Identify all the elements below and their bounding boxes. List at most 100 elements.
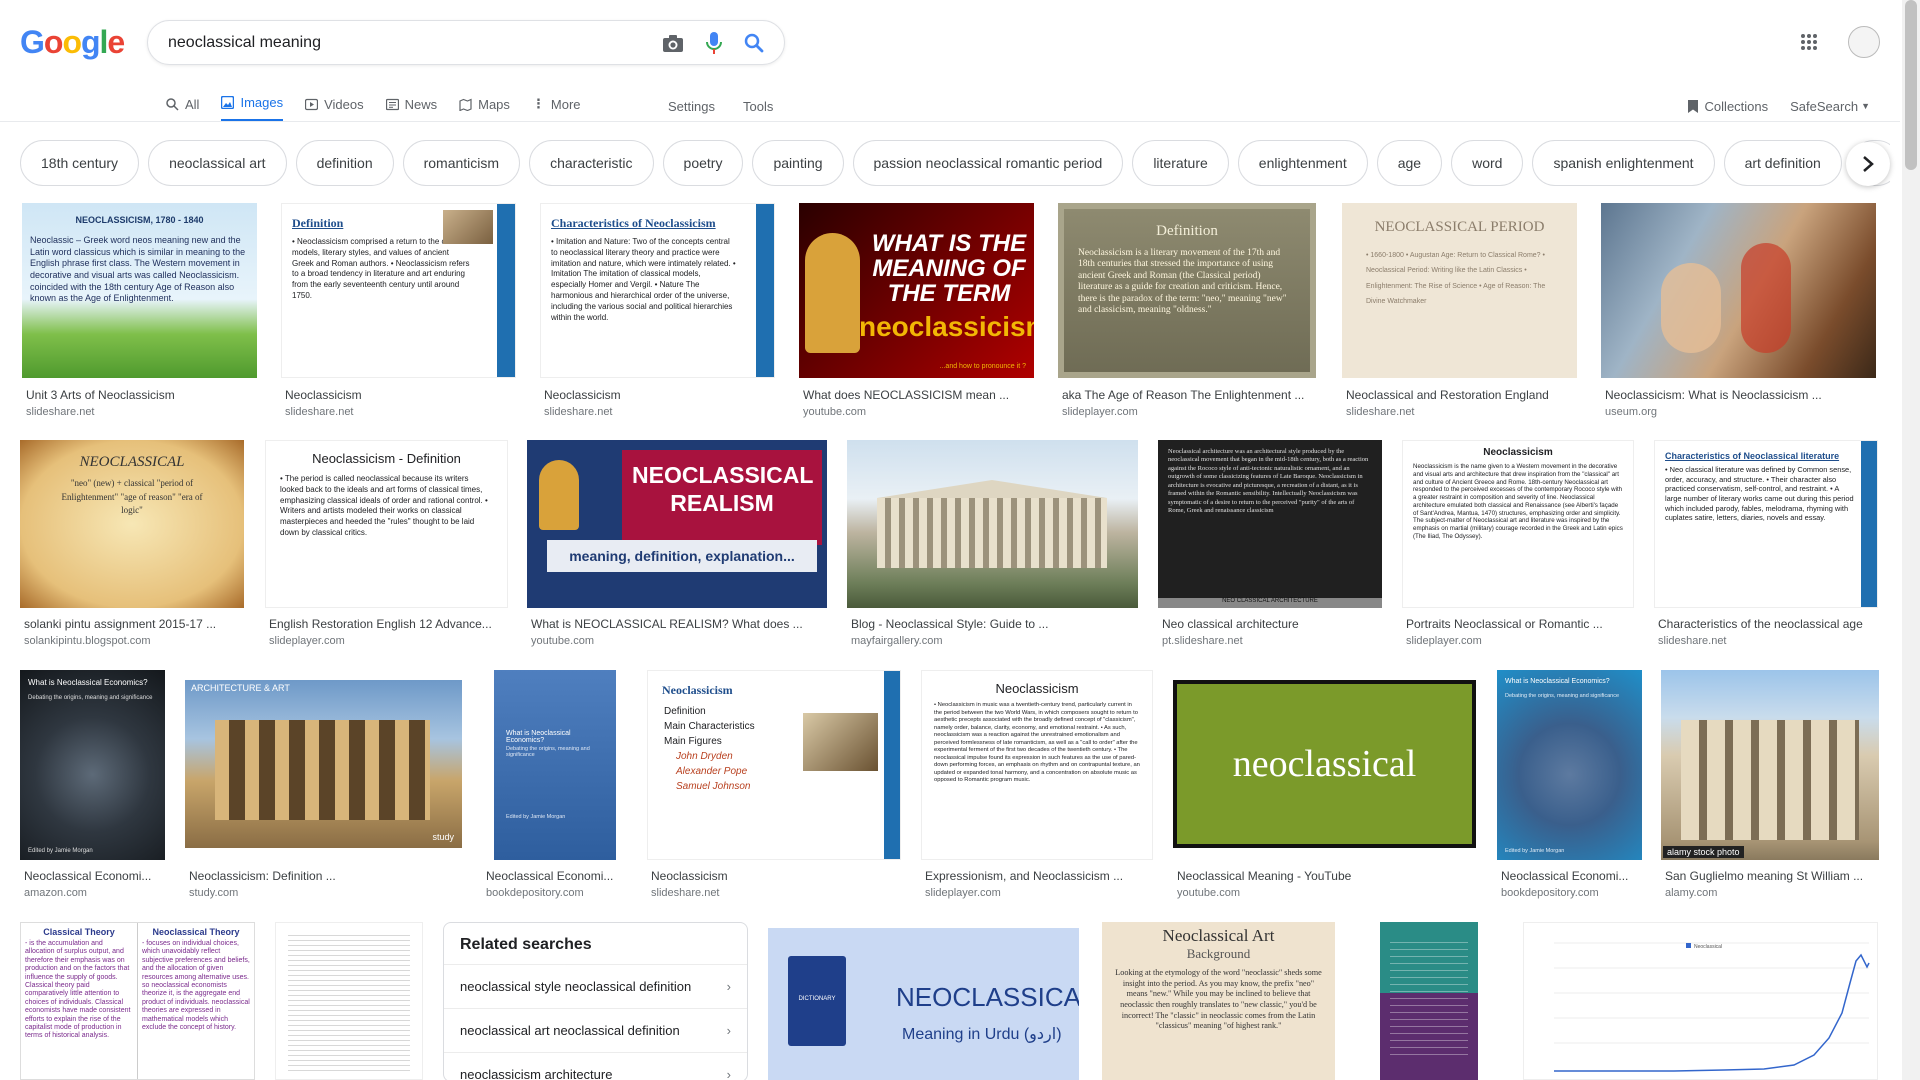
tab-all[interactable]: All [166,90,199,122]
page-scrollbar[interactable] [1902,0,1920,1080]
slide-body: • Neo classical literature was defined b… [1665,465,1854,523]
chip[interactable]: painting [752,140,844,186]
settings-link[interactable]: Settings [668,99,715,114]
chip[interactable]: definition [295,140,394,186]
result-caption: Neoclassicism: Definition ... [189,869,336,883]
image-result[interactable]: Definition • Neoclassicism comprised a r… [281,203,516,418]
tab-maps[interactable]: Maps [459,90,510,122]
image-result[interactable]: DICTIONARY NEOCLASSICAL Meaning in Urdu … [768,928,1079,1080]
search-icon [166,97,179,111]
logo-letter: g [80,24,101,60]
tab-more[interactable]: ⋮ More [532,90,581,122]
image-result[interactable]: Definition Neoclassicism is a literary m… [1058,203,1318,418]
image-result[interactable]: What is Neoclassical Economics? Debating… [1497,670,1642,900]
search-icon[interactable] [744,33,764,53]
microphone-icon[interactable] [706,31,722,55]
chip[interactable]: age [1376,140,1443,186]
chip[interactable]: passion neoclassical romantic period [852,140,1124,186]
tab-videos[interactable]: Videos [305,90,364,122]
image-icon [221,96,235,109]
chevron-right-icon: › [726,979,731,994]
slide-footer: Edited by Jamie Morgan [506,814,566,820]
chip[interactable]: literature [1132,140,1229,186]
result-thumbnail: Characteristics of Neoclassical literatu… [1654,440,1878,608]
related-search-item[interactable]: neoclassical art neoclassical definition… [444,1008,747,1052]
slide-title: What is Neoclassical Economics? [1505,678,1610,685]
slide-body: meaning, definition, explanation... [547,540,817,572]
result-thumbnail: alamy stock photo [1661,670,1879,860]
news-icon [385,98,399,110]
apps-grid-icon[interactable] [1800,33,1818,51]
image-result[interactable]: NEOCLASSICAL REALISM meaning, definition… [527,440,827,655]
tab-images[interactable]: Images [221,90,284,122]
image-result[interactable]: Neoclassicism: What is Neoclassicism ...… [1601,203,1878,418]
chip[interactable]: characteristic [529,140,654,186]
image-result[interactable]: NEOCLASSICAL PERIOD • 1660-1800 • August… [1342,203,1577,418]
logo-letter: e [107,24,125,60]
slide-title: NEOCLASSICISM, 1780 - 1840 [75,215,204,225]
collections-label: Collections [1704,98,1769,114]
image-result[interactable]: Neoclassicism - Definition • The period … [265,440,508,655]
result-thumbnail: Neoclassicism - Definition • The period … [265,440,508,608]
chip[interactable]: poetry [662,140,744,186]
tools-link[interactable]: Tools [743,99,773,114]
slide-title: NEOCLASSICAL PERIOD [1374,219,1545,235]
image-result[interactable]: Neoclassicism Definition Main Characteri… [647,670,901,900]
map-icon [459,98,472,111]
image-result[interactable]: Classical Theory - is the accumulation a… [20,922,255,1080]
scrollbar-thumb[interactable] [1905,0,1917,170]
chip[interactable]: neoclassical art [148,140,287,186]
related-search-item[interactable]: neoclassical style neoclassical definiti… [444,964,747,1008]
image-result[interactable]: Neoclassical Art Background Looking at t… [1102,922,1335,1080]
chevron-right-icon [1863,156,1874,172]
slide-body: Looking at the etymology of the word "ne… [1115,968,1322,1031]
slide-body: neoclassicism [859,311,1034,342]
tab-label: Maps [478,96,510,112]
image-result[interactable]: NEOCLASSICISM, 1780 - 1840 Neoclassic – … [22,203,257,418]
painting-figure [1741,243,1791,353]
image-result[interactable]: NEOCLASSICAL "neo" (new) + classical "pe… [20,440,244,655]
image-result[interactable]: Characteristics of Neoclassicism • Imita… [540,203,775,418]
chip[interactable]: 18th century [20,140,140,186]
slide-title: NEOCLASSICAL [896,982,1079,1012]
tab-label: Videos [324,96,364,112]
chip[interactable]: word [1451,140,1524,186]
image-result[interactable]: WHAT IS THE MEANING OF THE TERM neoclass… [799,203,1034,418]
image-result[interactable]: Neoclassical [1523,922,1878,1080]
result-source: youtube.com [803,406,866,418]
image-result[interactable]: alamy stock photo San Guglielmo meaning … [1661,670,1879,900]
image-result[interactable] [275,922,423,1080]
collections-button[interactable]: Collections [1687,98,1769,114]
safesearch-dropdown[interactable]: SafeSearch ▼ [1790,99,1870,114]
image-result[interactable]: Characteristics of Neoclassical literatu… [1654,440,1878,655]
chip[interactable]: spanish enlightenment [1532,140,1715,186]
image-result[interactable]: neoclassical Neoclassical Meaning - YouT… [1173,680,1478,900]
search-box[interactable]: neoclassical meaning [147,20,785,65]
image-result[interactable]: Neoclassicism • Neoclassicism in music w… [921,670,1153,900]
tab-news[interactable]: News [385,90,437,122]
chip[interactable]: enlightenment [1237,140,1368,186]
google-logo[interactable]: Google [20,24,125,61]
result-thumbnail: WHAT IS THE MEANING OF THE TERM neoclass… [799,203,1034,378]
result-source: slideshare.net [1346,406,1415,418]
image-result[interactable]: ARCHITECTURE & ART study Neoclassicism: … [185,680,462,900]
result-caption: Neoclassical Economi... [1501,869,1629,883]
image-result[interactable]: What is Neoclassical Economics? Debating… [20,670,165,900]
tab-label: All [185,96,200,112]
image-result[interactable]: Blog - Neoclassical Style: Guide to ... … [847,440,1138,655]
image-result[interactable]: Neoclassicism Neoclassicism is the name … [1402,440,1634,655]
image-result[interactable]: What is Neoclassical Economics? Debating… [482,670,627,900]
search-input[interactable]: neoclassical meaning [168,34,662,52]
chip[interactable]: romanticism [402,140,521,186]
camera-icon[interactable] [662,33,684,53]
chips-next-button[interactable] [1846,142,1890,186]
image-result[interactable] [1355,922,1503,1080]
image-result[interactable]: Neoclassical architecture was an archite… [1158,440,1382,655]
result-source: slideplayer.com [925,887,1001,899]
avatar[interactable] [1848,26,1880,58]
result-thumbnail [847,440,1138,608]
slide-footer: Edited by Jamie Morgan [1505,848,1565,854]
result-thumbnail [1380,922,1478,1080]
chip[interactable]: art definition [1723,140,1842,186]
related-search-item[interactable]: neoclassicism architecture › [444,1052,747,1080]
